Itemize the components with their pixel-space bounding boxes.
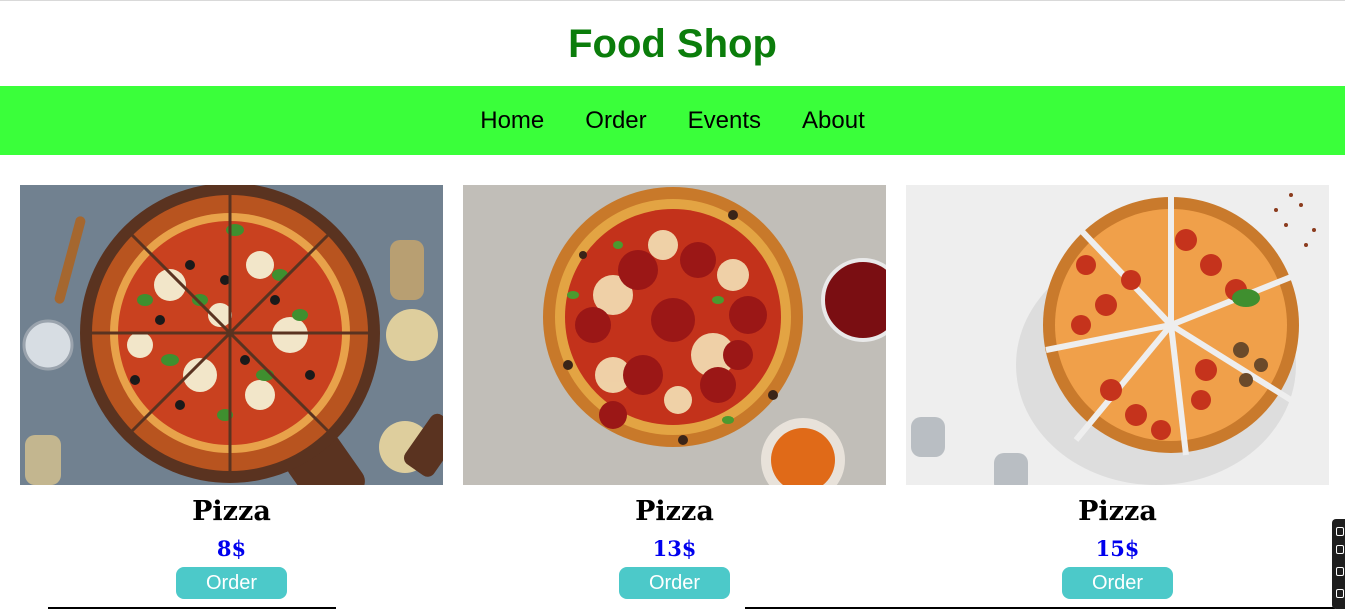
product-price: 15$ — [1095, 536, 1140, 561]
main-navbar: Home Order Events About — [0, 86, 1345, 155]
nav-link-events[interactable]: Events — [688, 106, 761, 136]
nav-link-home[interactable]: Home — [480, 106, 544, 136]
nav-link-about[interactable]: About — [802, 106, 865, 136]
pizza-pepperoni-image — [463, 185, 886, 485]
product-card: Pizza 15$ Order — [906, 185, 1329, 609]
product-card: Pizza 13$ Order — [463, 185, 886, 609]
order-button[interactable]: Order — [1062, 567, 1173, 599]
order-button[interactable]: Order — [619, 567, 730, 599]
product-card: Pizza 8$ Order — [20, 185, 443, 609]
order-button[interactable]: Order — [176, 567, 287, 599]
product-name: Pizza — [635, 496, 714, 527]
page-title: Food Shop — [568, 22, 777, 66]
site-header: Food Shop — [0, 1, 1345, 86]
product-name: Pizza — [1078, 496, 1157, 527]
camera-icon[interactable] — [1336, 545, 1344, 554]
side-toolbar[interactable] — [1332, 519, 1345, 609]
square-icon[interactable] — [1336, 589, 1344, 598]
product-grid: Pizza 8$ Order Pizza 13$ Order Pizza 15$… — [20, 185, 1329, 609]
product-name: Pizza — [192, 496, 271, 527]
nav-link-order[interactable]: Order — [585, 106, 646, 136]
pizza-sliced-image — [906, 185, 1329, 485]
product-price: 8$ — [216, 536, 247, 561]
product-price: 13$ — [652, 536, 697, 561]
pizza-veggie-image — [20, 185, 443, 485]
box-icon[interactable] — [1336, 567, 1344, 576]
link-icon[interactable] — [1336, 527, 1344, 536]
